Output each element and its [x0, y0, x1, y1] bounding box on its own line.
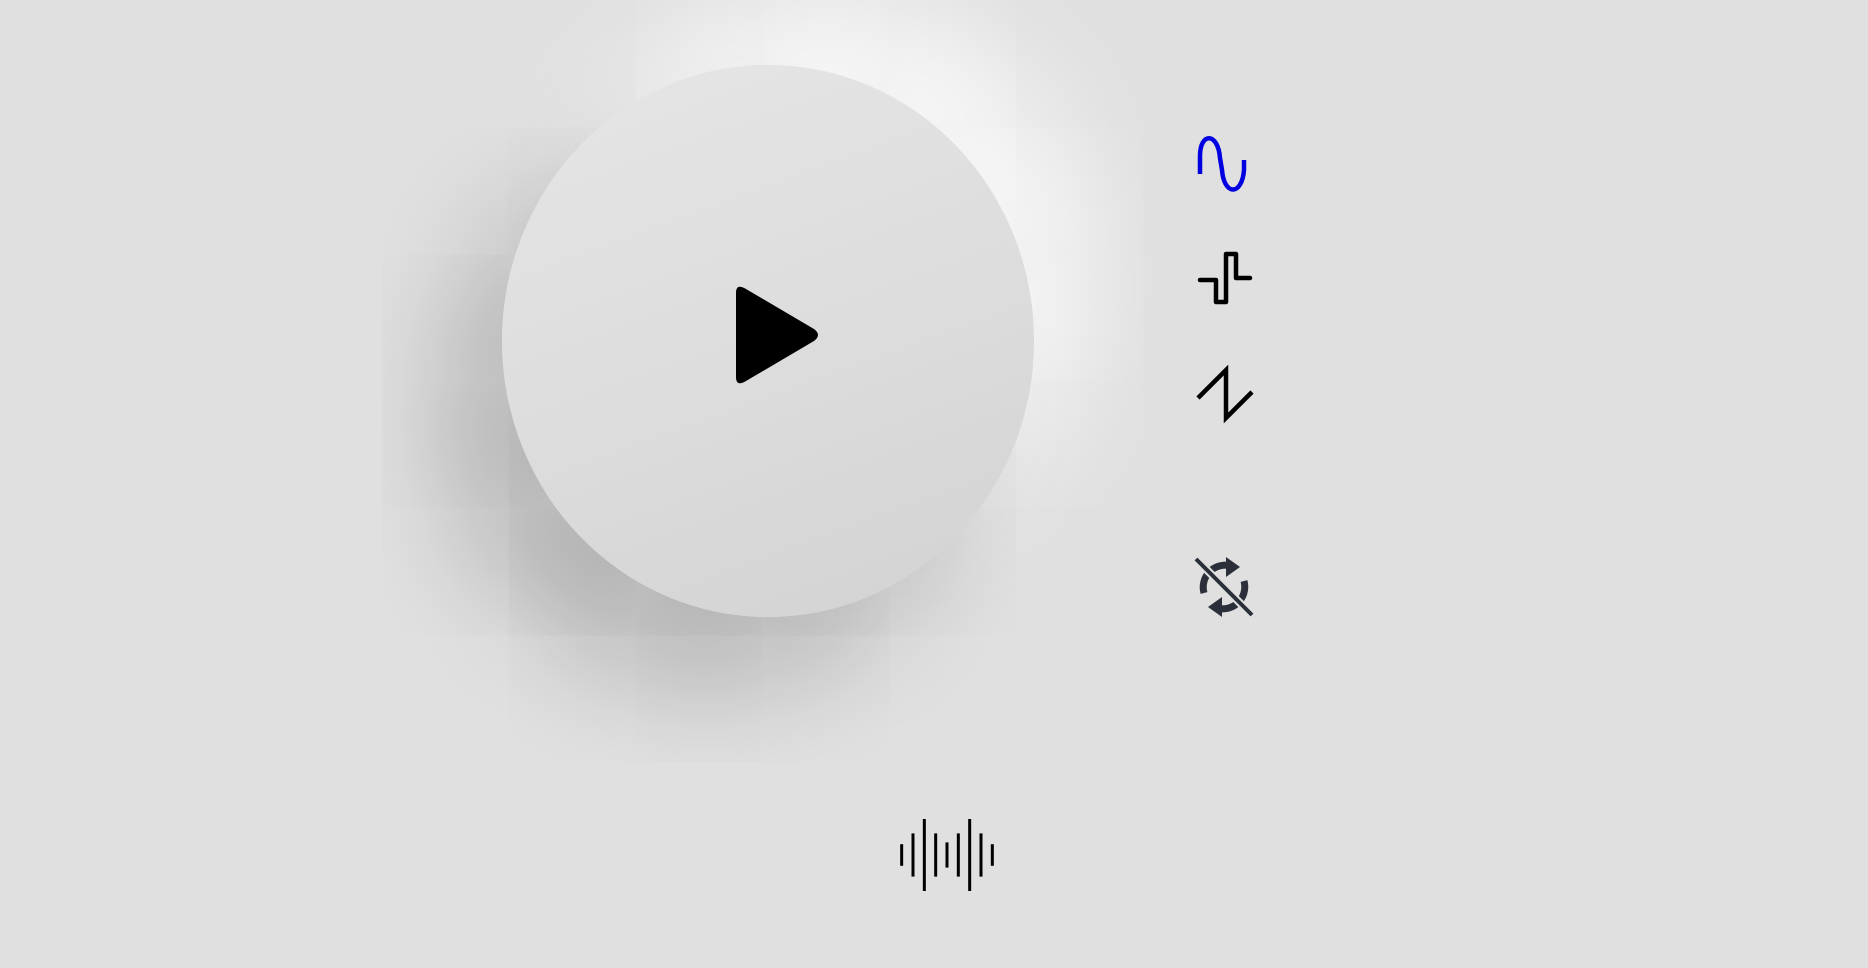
- sawtooth-wave-icon: [1196, 364, 1254, 424]
- sawtooth-wave-button[interactable]: [1196, 362, 1260, 426]
- play-icon: [736, 286, 818, 384]
- sine-wave-icon: [1197, 136, 1247, 192]
- square-wave-button[interactable]: [1196, 248, 1260, 312]
- audio-waveform-icon: [900, 819, 994, 891]
- play-button[interactable]: [502, 65, 1034, 617]
- audio-visualizer: [896, 818, 998, 892]
- square-wave-icon: [1197, 251, 1253, 305]
- sine-wave-button[interactable]: [1196, 130, 1260, 194]
- loop-toggle-button[interactable]: [1190, 553, 1258, 621]
- loop-off-icon: [1193, 556, 1255, 618]
- synth-player: [0, 0, 1868, 968]
